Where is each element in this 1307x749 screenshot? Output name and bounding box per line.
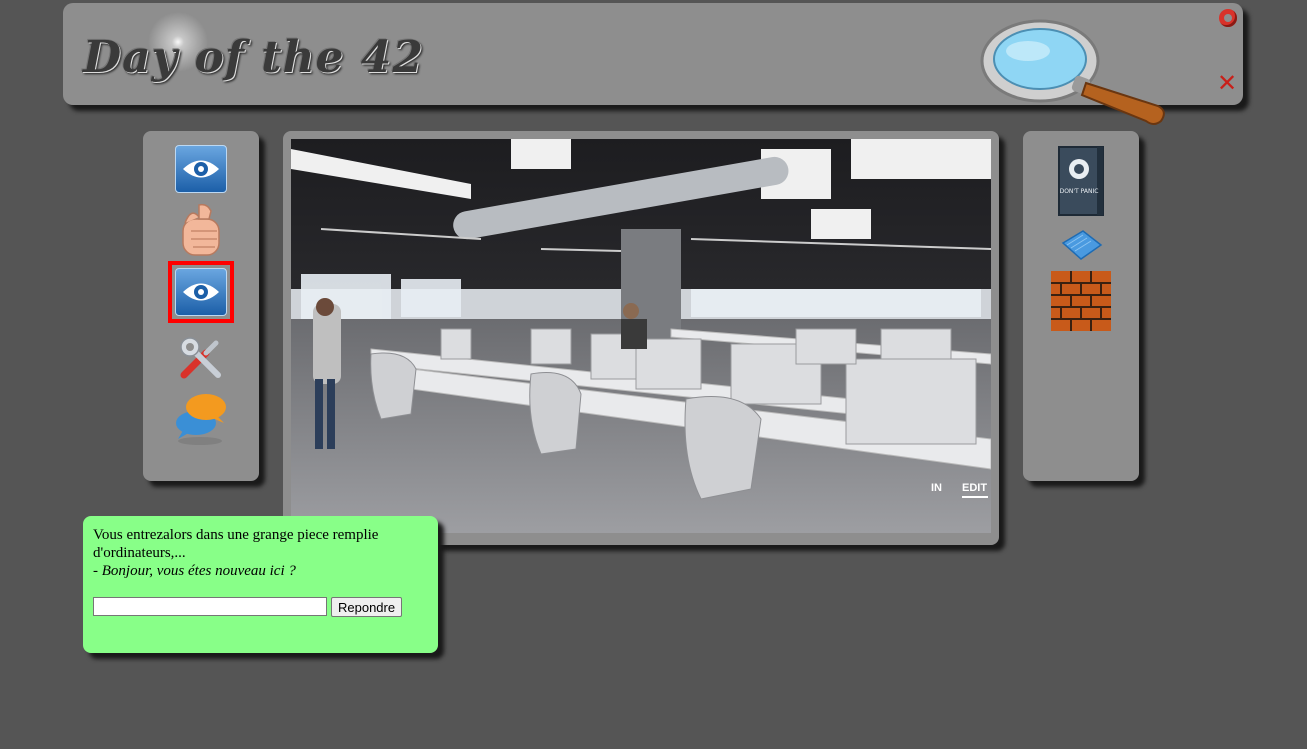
npc-speech: - Bonjour, vous étes nouveau ici ? <box>93 563 296 579</box>
watermark-edit: EDIT <box>962 482 987 494</box>
narration-text: Vous entrezalors dans une grange piece r… <box>93 527 379 561</box>
talk-button[interactable] <box>172 389 230 452</box>
game-logo: Day of the 42 <box>83 32 425 83</box>
inventory-panel: DON'T PANIC <box>1023 131 1139 481</box>
inventory-item-towel[interactable] <box>1059 227 1103 268</box>
answer-row: Repondre <box>93 597 428 617</box>
magnifier-icon <box>980 19 1165 125</box>
inventory-item-bricks[interactable] <box>1051 271 1111 336</box>
tools-icon <box>180 337 221 379</box>
use-button[interactable] <box>176 333 226 388</box>
look-button[interactable] <box>175 145 227 193</box>
towel-icon <box>1061 230 1103 260</box>
scene-frame: IN EDIT <box>283 131 999 545</box>
eye-icon <box>175 268 227 316</box>
chat-bubble-icon <box>176 394 226 445</box>
close-icon[interactable]: ✕ <box>1217 71 1237 95</box>
take-button[interactable] <box>177 201 225 264</box>
dont-panic-book-icon: DON'T PANIC <box>1058 146 1104 216</box>
scene-image[interactable]: IN EDIT <box>291 139 991 533</box>
watermark-in: IN <box>931 482 942 494</box>
eye-icon <box>175 145 227 193</box>
answer-input[interactable] <box>93 597 327 616</box>
inventory-item-guide[interactable]: DON'T PANIC <box>1057 145 1105 222</box>
header-banner: Day of the 42 ✕ <box>63 3 1243 125</box>
action-toolbar <box>143 131 259 481</box>
refresh-icon[interactable] <box>1219 9 1237 27</box>
look-button-selected[interactable] <box>168 261 234 323</box>
brick-wall-icon <box>1051 271 1111 331</box>
dialog-box: Vous entrezalors dans une grange piece r… <box>83 516 438 653</box>
reply-button[interactable]: Repondre <box>331 597 403 617</box>
fist-icon <box>182 203 220 256</box>
guide-cover-text: DON'T PANIC <box>1060 188 1099 195</box>
